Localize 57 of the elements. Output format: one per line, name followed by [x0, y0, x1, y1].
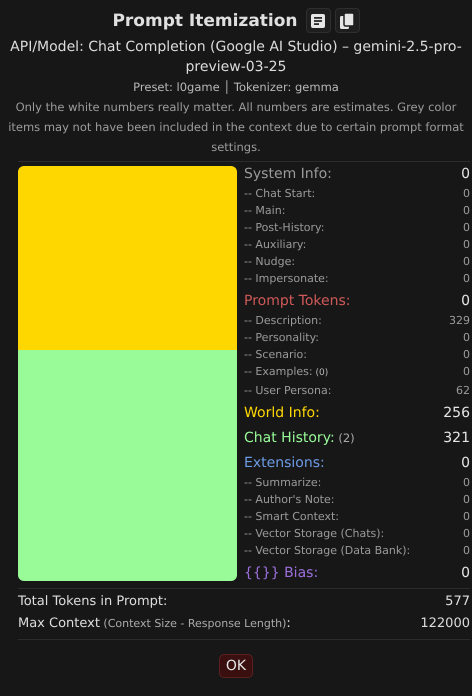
total-label: Max Context (Context Size - Response Length): [18, 615, 291, 633]
token-count: 0 [463, 271, 470, 287]
item-label: -- Impersonate: [244, 271, 329, 287]
total-value: 577 [445, 593, 470, 611]
token-count: 0 [463, 543, 470, 559]
token-count: 0 [463, 203, 470, 219]
token-count: 0 [463, 509, 470, 525]
item-label: -- Auxiliary: [244, 237, 306, 253]
token-count: 0 [463, 220, 470, 236]
token-count: 0 [463, 254, 470, 270]
token-count: 0 [463, 330, 470, 346]
section-label: World Info: [244, 404, 320, 423]
section-label: Chat History: (2) [244, 429, 355, 448]
token-count: 0 [461, 454, 470, 473]
token-count: 0 [463, 347, 470, 363]
token-count: 321 [443, 429, 470, 448]
token-count: 0 [463, 186, 470, 202]
section-label: Prompt Tokens: [244, 292, 351, 311]
item-label: -- Main: [244, 203, 286, 219]
token-count: 0 [463, 237, 470, 253]
item-label: -- Scenario: [244, 347, 307, 363]
item-label: -- Summarize: [244, 475, 322, 491]
preset-info: Preset: l0game │ Tokenizer: gemma [132, 79, 340, 96]
dialog-title: Prompt Itemization [112, 10, 298, 30]
item-label: -- Nudge: [244, 254, 296, 270]
item-label: -- Vector Storage (Chats): [244, 526, 384, 542]
token-count: 62 [456, 383, 470, 399]
model-info: API/Model: Chat Completion (Google AI Studio) – gemini-2.5-pro-preview-03-25 [9, 38, 463, 77]
section-label: System Info: [244, 165, 332, 184]
token-count: 0 [463, 364, 470, 380]
ok-button[interactable]: OK [218, 654, 254, 678]
total-value: 122000 [420, 615, 470, 633]
section-label: {{}} Bias: [244, 564, 318, 583]
section-label: Extensions: [244, 454, 325, 473]
token-count: 329 [449, 313, 470, 329]
document-icon [311, 14, 326, 28]
token-count: 0 [463, 492, 470, 508]
total-label: Total Tokens in Prompt: [18, 593, 168, 611]
item-label: -- Examples: (0) [244, 364, 328, 380]
info-note: Only the white numbers really matter. All numbers are estimates. Grey color items may not have been included in the context due to certain prompt format settings. [7, 99, 465, 156]
token-count: 0 [463, 475, 470, 491]
token-count: 0 [461, 165, 470, 184]
item-label: -- Smart Context: [244, 509, 340, 525]
item-label: -- Post-History: [244, 220, 324, 236]
item-label: -- Description: [244, 313, 322, 329]
item-label: -- User Persona: [244, 383, 332, 399]
copy-icon [340, 12, 354, 28]
copy-button[interactable] [334, 8, 360, 33]
token-count: 256 [443, 404, 470, 423]
token-count: 0 [461, 564, 470, 583]
item-label: -- Chat Start: [244, 186, 316, 202]
token-count: 0 [463, 526, 470, 542]
item-label: -- Personality: [244, 330, 319, 346]
token-count: 0 [461, 292, 470, 311]
details-button[interactable] [306, 8, 331, 33]
item-label: -- Vector Storage (Data Bank): [244, 543, 410, 559]
item-label: -- Author's Note: [244, 492, 334, 508]
